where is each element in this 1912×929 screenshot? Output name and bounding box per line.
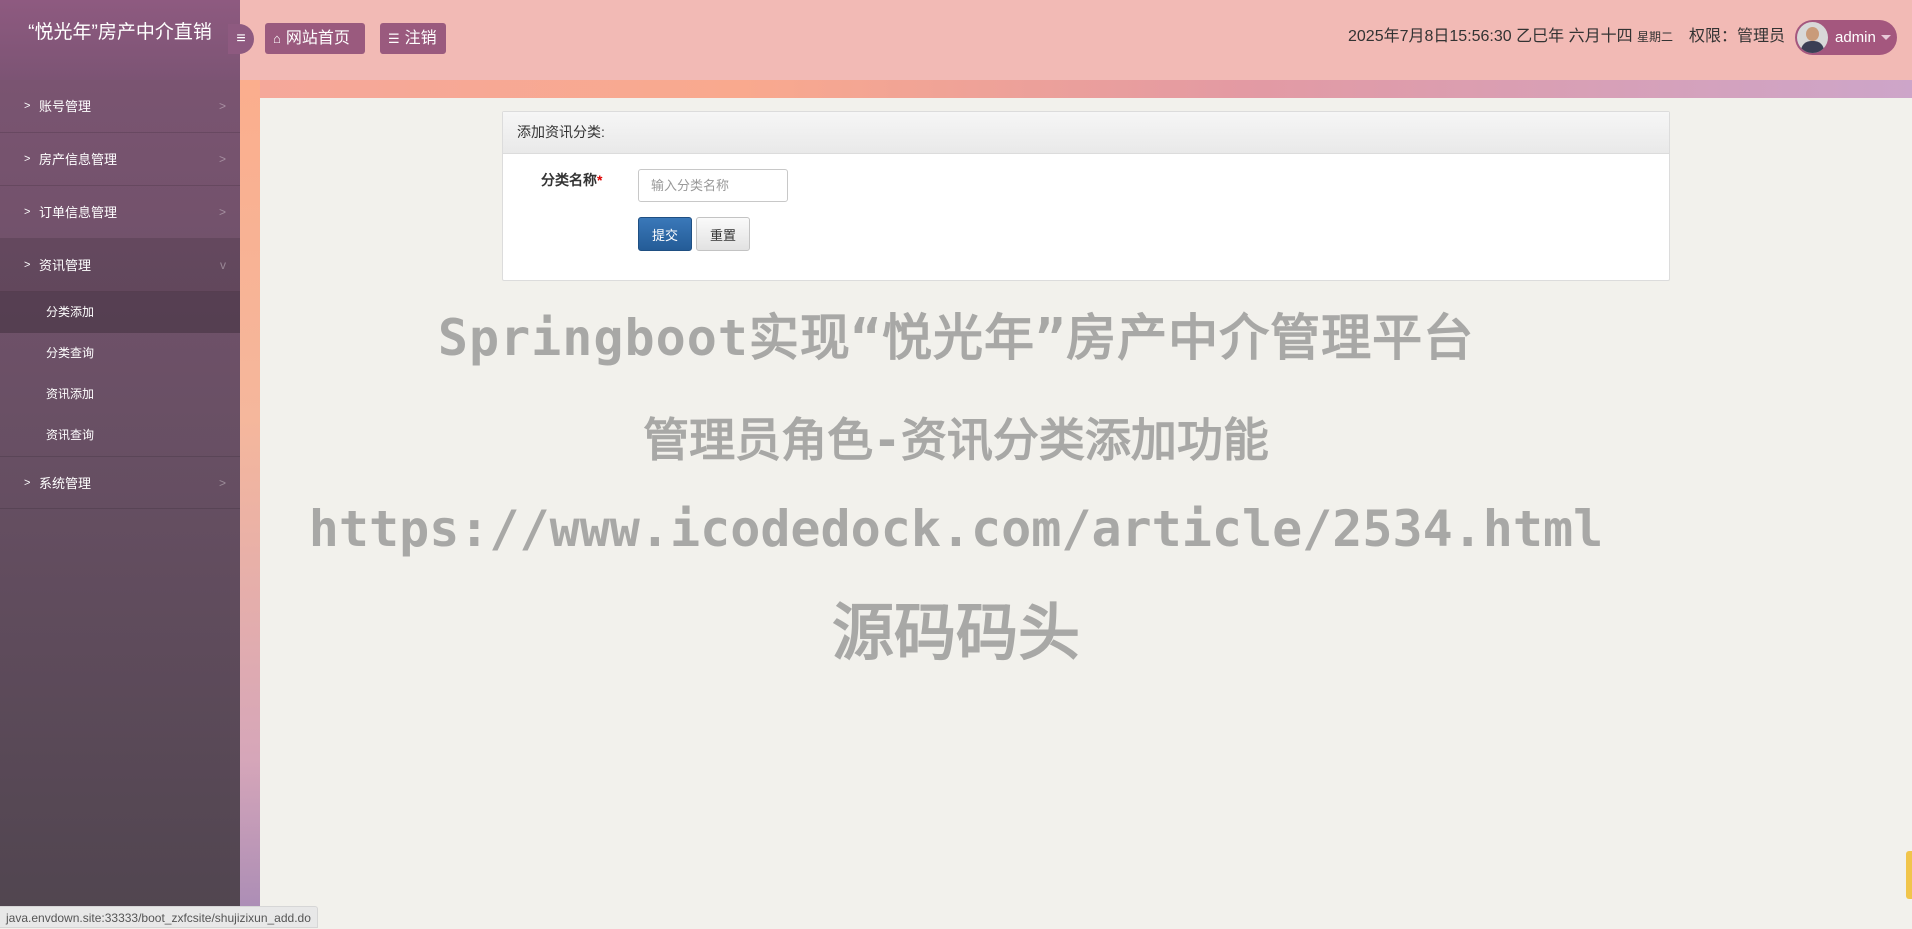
submenu-item-category-query[interactable]: 分类查询 (0, 333, 240, 374)
edge-tab[interactable] (1906, 851, 1912, 899)
chevron-right-icon: > (218, 205, 226, 219)
brand-title: “悦光年”房产中介直销 (0, 0, 240, 80)
decorative-left-band (240, 80, 260, 928)
submit-button[interactable]: 提交 (638, 217, 692, 251)
chevron-down-icon: v (220, 258, 226, 272)
user-menu[interactable]: admin (1795, 20, 1897, 55)
watermark-line-2: 管理员角色-资讯分类添加功能 (643, 413, 1269, 467)
decorative-strip (240, 80, 1912, 98)
top-bar: “悦光年”房产中介直销 ≡ ⌂ 网站首页 ☰ 注销 2025年7月8日15:56:3… (0, 0, 1912, 80)
sidebar-item-news[interactable]: > 资讯管理 v (0, 239, 240, 292)
reset-button[interactable]: 重置 (696, 217, 750, 251)
logout-button[interactable]: ☰ 注销 (380, 23, 446, 54)
sidebar-item-account[interactable]: > 账号管理 > (0, 80, 240, 133)
chevron-right-icon: > (24, 100, 31, 112)
sidebar: > 账号管理 > > 房产信息管理 > > 订单信息管理 > > 资讯管理 v … (0, 80, 240, 928)
chevron-right-icon: > (218, 99, 226, 113)
submenu-item-news-add[interactable]: 资讯添加 (0, 374, 240, 415)
sidebar-item-property[interactable]: > 房产信息管理 > (0, 133, 240, 186)
sidebar-toggle-button[interactable]: ≡ (228, 24, 254, 54)
submenu-item-news-query[interactable]: 资讯查询 (0, 415, 240, 456)
status-url: java.envdown.site:33333/boot_zxfcsite/sh… (0, 906, 318, 928)
username: admin (1835, 29, 1876, 46)
chevron-right-icon: > (24, 259, 31, 271)
list-icon: ☰ (388, 31, 400, 46)
submenu-item-category-add[interactable]: 分类添加 (0, 292, 240, 333)
caret-down-icon (1881, 35, 1891, 40)
category-name-label: 分类名称* (541, 172, 603, 188)
datetime-display: 2025年7月8日15:56:30 乙巳年 六月十四 星期二 (1348, 28, 1674, 45)
watermark-line-4: 源码码头 (831, 596, 1080, 669)
avatar (1797, 22, 1828, 53)
chevron-right-icon: > (218, 152, 226, 166)
submenu-news: 分类添加 分类查询 资讯添加 资讯查询 (0, 292, 240, 456)
chevron-right-icon: > (24, 477, 31, 489)
sidebar-item-orders[interactable]: > 订单信息管理 > (0, 186, 240, 239)
panel-title: 添加资讯分类: (503, 112, 1669, 154)
home-icon: ⌂ (273, 31, 281, 46)
menu-icon: ≡ (236, 30, 246, 47)
add-category-panel: 添加资讯分类: 分类名称* 提交 重置 (502, 111, 1670, 281)
home-button[interactable]: ⌂ 网站首页 (265, 23, 365, 54)
sidebar-item-system[interactable]: > 系统管理 > (0, 456, 240, 509)
chevron-right-icon: > (24, 206, 31, 218)
required-mark: * (597, 172, 603, 188)
watermark-line-1: Springboot实现“悦光年”房产中介管理平台 (437, 309, 1475, 367)
weekday-text: 星期二 (1637, 30, 1674, 44)
category-name-input[interactable] (638, 169, 788, 202)
chevron-right-icon: > (24, 153, 31, 165)
chevron-right-icon: > (218, 476, 226, 490)
permission-text: 权限：管理员 (1689, 28, 1786, 45)
watermark-line-3: https://www.icodedock.com/article/2534.h… (308, 500, 1604, 558)
